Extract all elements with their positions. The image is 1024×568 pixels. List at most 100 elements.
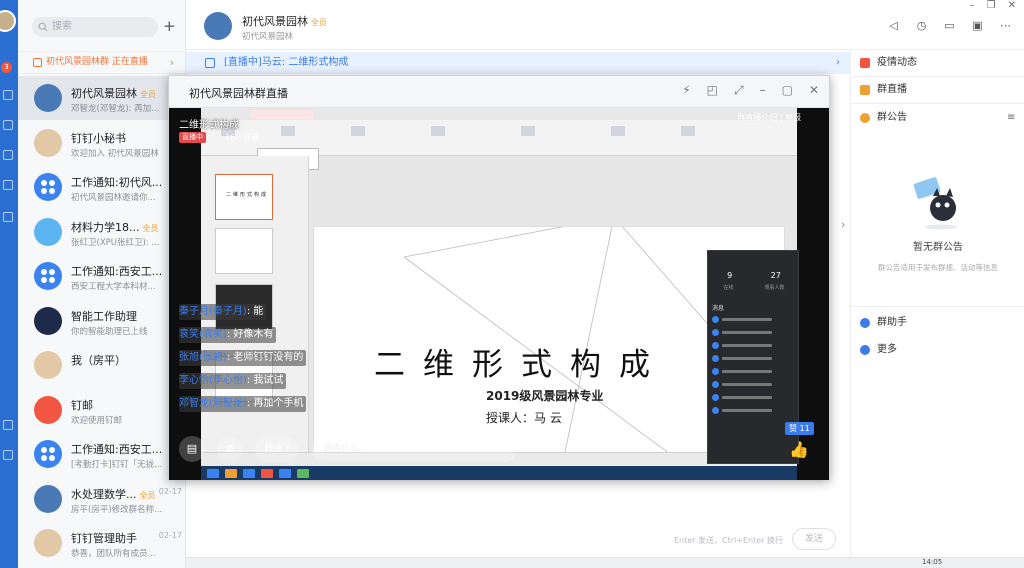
mini-message bbox=[712, 367, 796, 376]
conversation-avatar bbox=[34, 217, 62, 246]
danmu-author: 秦子月(秦子月) bbox=[179, 306, 247, 317]
divider bbox=[851, 103, 1024, 104]
contacts-nav-icon[interactable] bbox=[3, 180, 13, 190]
ribbon-button bbox=[611, 126, 625, 136]
epidemic-news-item[interactable]: 疫情动态 bbox=[851, 51, 1024, 75]
group-avatar[interactable] bbox=[204, 12, 232, 40]
send-button[interactable]: 发送 bbox=[792, 528, 836, 550]
live-window-title: 初代风景园林群直播 bbox=[189, 87, 288, 100]
workbench-nav-icon[interactable] bbox=[3, 212, 13, 222]
more-nav-icon[interactable] bbox=[3, 420, 13, 430]
viewer-count[interactable]: 26人观看 bbox=[225, 132, 259, 143]
conversation-item[interactable]: 工作通知:西安工...09:西安工程大学本科材... bbox=[18, 254, 186, 298]
conversation-avatar bbox=[34, 440, 62, 468]
mini-message bbox=[712, 341, 796, 350]
live-stream-window: 初代风景园林群直播 ⚡ ◰ ⤢ – ▢ ✕ 二维形式构成 二维形式构成 2019… bbox=[168, 75, 830, 480]
conversation-item[interactable]: 工作通知:初代风...14:初代风景园林邀请你... bbox=[18, 165, 186, 209]
conversation-item[interactable]: 钉钉小秘书14:欢迎加入 初代风景园林 bbox=[18, 121, 186, 165]
live-banner[interactable]: [直播中]马云: 二维形式构成 › bbox=[186, 52, 850, 74]
conversation-avatar bbox=[34, 484, 62, 513]
header-toolbar: ◁ ◷ ▭ ▣ ⋯ bbox=[887, 19, 1012, 32]
pip-icon[interactable]: ◰ bbox=[707, 83, 718, 98]
slide-thumb: 二维形式构成 bbox=[215, 174, 273, 220]
conversation-name: 初代风景园林 全员 bbox=[71, 87, 156, 100]
comment-toggle-icon[interactable]: ▤ bbox=[179, 436, 205, 462]
maximize-icon[interactable]: ▢ bbox=[782, 83, 793, 98]
ding-app-icon bbox=[41, 447, 55, 461]
conversation-name: 我（房平） bbox=[71, 354, 126, 367]
more-item[interactable]: 更多 bbox=[851, 338, 1024, 362]
message-nav-icon[interactable] bbox=[3, 90, 13, 100]
thumbs-up-icon[interactable]: 👍 bbox=[787, 438, 811, 462]
conversation-preview: 邓智龙(邓智龙): 再加... bbox=[71, 104, 160, 114]
history-icon[interactable]: ◷ bbox=[915, 19, 928, 32]
conversation-name: 钉邮 bbox=[71, 398, 93, 412]
close-icon[interactable]: ✕ bbox=[809, 83, 819, 98]
lightning-icon[interactable]: ⚡ bbox=[682, 83, 690, 98]
fullscreen-icon[interactable]: ⤢ bbox=[734, 83, 744, 98]
group-announcement-item[interactable]: 群公告 bbox=[851, 106, 1024, 130]
mini-message bbox=[712, 315, 796, 324]
conversation-item[interactable]: 我（房平） bbox=[18, 343, 186, 387]
quality-selector[interactable]: 超清 ▾ bbox=[255, 436, 299, 462]
all-members-tag: 全员 bbox=[311, 18, 327, 27]
conversation-name: 水处理数学... 全员 bbox=[71, 487, 156, 501]
live-topic: 二维形式构成 bbox=[179, 120, 239, 131]
live-window-titlebar[interactable]: 初代风景园林群直播 ⚡ ◰ ⤢ – ▢ ✕ bbox=[169, 76, 829, 108]
conversation-list-panel: 搜索 + 初代风景园林群 正在直播 › 初代风景园林全员14:邓智龙(邓智龙):… bbox=[18, 0, 186, 568]
mini-message bbox=[712, 354, 796, 363]
settings-nav-icon[interactable] bbox=[3, 450, 13, 460]
unread-badge: 3 bbox=[1, 62, 12, 73]
live-now-text: 初代风景园林群 正在直播 bbox=[46, 57, 148, 67]
search-placeholder: 搜索 bbox=[52, 21, 72, 32]
danmu-text: : 老师钉钉没有的 bbox=[226, 352, 304, 363]
conversation-avatar bbox=[34, 306, 62, 335]
comment-send-button[interactable]: 发送 bbox=[487, 436, 505, 462]
live-video[interactable]: 二维形式构成 二维形式构成 2019级风景园林专业 授课人：马 云 二维形式构成… bbox=[169, 108, 829, 480]
ribbon-button bbox=[521, 126, 535, 136]
conversation-item[interactable]: 水处理数学... 全员 02-17 房平(房平)修改群名称... bbox=[18, 477, 186, 521]
conversation-item[interactable]: 初代风景园林全员14:邓智龙(邓智龙): 再加... bbox=[18, 76, 186, 120]
live-icon[interactable]: ▣ bbox=[971, 19, 984, 32]
all-members-tag: 全员 bbox=[140, 90, 156, 99]
ding-icon[interactable]: ◁ bbox=[887, 19, 900, 32]
live-info-links[interactable]: 群直播介绍 | 举报 bbox=[737, 112, 801, 123]
maximize-icon[interactable]: ❐ bbox=[987, 0, 996, 11]
calendar-nav-icon[interactable] bbox=[3, 150, 13, 160]
chat-title[interactable]: 初代风景园林 全员 bbox=[242, 13, 327, 29]
add-button[interactable]: + bbox=[163, 18, 176, 35]
collapse-icon[interactable]: ≡ bbox=[1007, 113, 1019, 123]
user-avatar[interactable] bbox=[0, 10, 16, 32]
ribbon-button bbox=[281, 126, 295, 136]
conversation-avatar bbox=[34, 128, 62, 157]
minimize-icon[interactable]: – bbox=[970, 0, 975, 11]
mini-message bbox=[712, 328, 796, 337]
conversation-item[interactable]: 智能工作助理09:你的智能助理已上线 bbox=[18, 299, 186, 343]
more-icon[interactable]: ⋯ bbox=[999, 19, 1012, 32]
search-input[interactable]: 搜索 bbox=[32, 17, 158, 37]
live-now-bar[interactable]: 初代风景园林群 正在直播 › bbox=[18, 51, 186, 74]
conversation-item[interactable]: 材料力学18...全员12:张红卫(XPU张红卫): ... bbox=[18, 210, 186, 254]
conversation-item[interactable]: 钉钉管理助手 02-17 恭喜，团队所有成员... bbox=[18, 521, 186, 565]
danmu-author: 李心怡(李心怡) bbox=[179, 375, 247, 386]
rotate-screen-icon[interactable]: ⧉ bbox=[217, 436, 243, 462]
conversation-item[interactable]: 钉邮02-欢迎使用钉邮 bbox=[18, 388, 186, 432]
empty-illustration bbox=[911, 174, 963, 230]
danmu-text: : 再加个手机 bbox=[246, 398, 304, 409]
danmu-text: : 我试试 bbox=[246, 375, 284, 386]
conversation-avatar bbox=[34, 529, 62, 557]
ding-nav-icon[interactable] bbox=[3, 120, 13, 130]
slide-teacher: 授课人：马 云 bbox=[486, 411, 562, 425]
folder-icon[interactable]: ▭ bbox=[943, 19, 956, 32]
conversation-time: 02-17 bbox=[158, 486, 182, 496]
group-live-item[interactable]: 群直播 bbox=[851, 78, 1024, 102]
conversation-item[interactable]: 工作通知:西安工...02-[考勤打卡]钉钉「无拢... bbox=[18, 432, 186, 476]
minimize-icon[interactable]: – bbox=[760, 83, 766, 98]
chevron-right-icon: › bbox=[169, 56, 174, 69]
comment-input[interactable]: 说点什么... 发送 bbox=[311, 436, 517, 462]
mini-panel-heading: 消息 bbox=[712, 305, 725, 312]
danmu-author: 邓智龙(邓智龙) bbox=[179, 398, 247, 409]
conversation-name: 工作通知:初代风... bbox=[71, 176, 161, 189]
close-icon[interactable]: ✕ bbox=[1008, 0, 1016, 11]
group-assistant-item[interactable]: 群助手 bbox=[851, 311, 1024, 335]
